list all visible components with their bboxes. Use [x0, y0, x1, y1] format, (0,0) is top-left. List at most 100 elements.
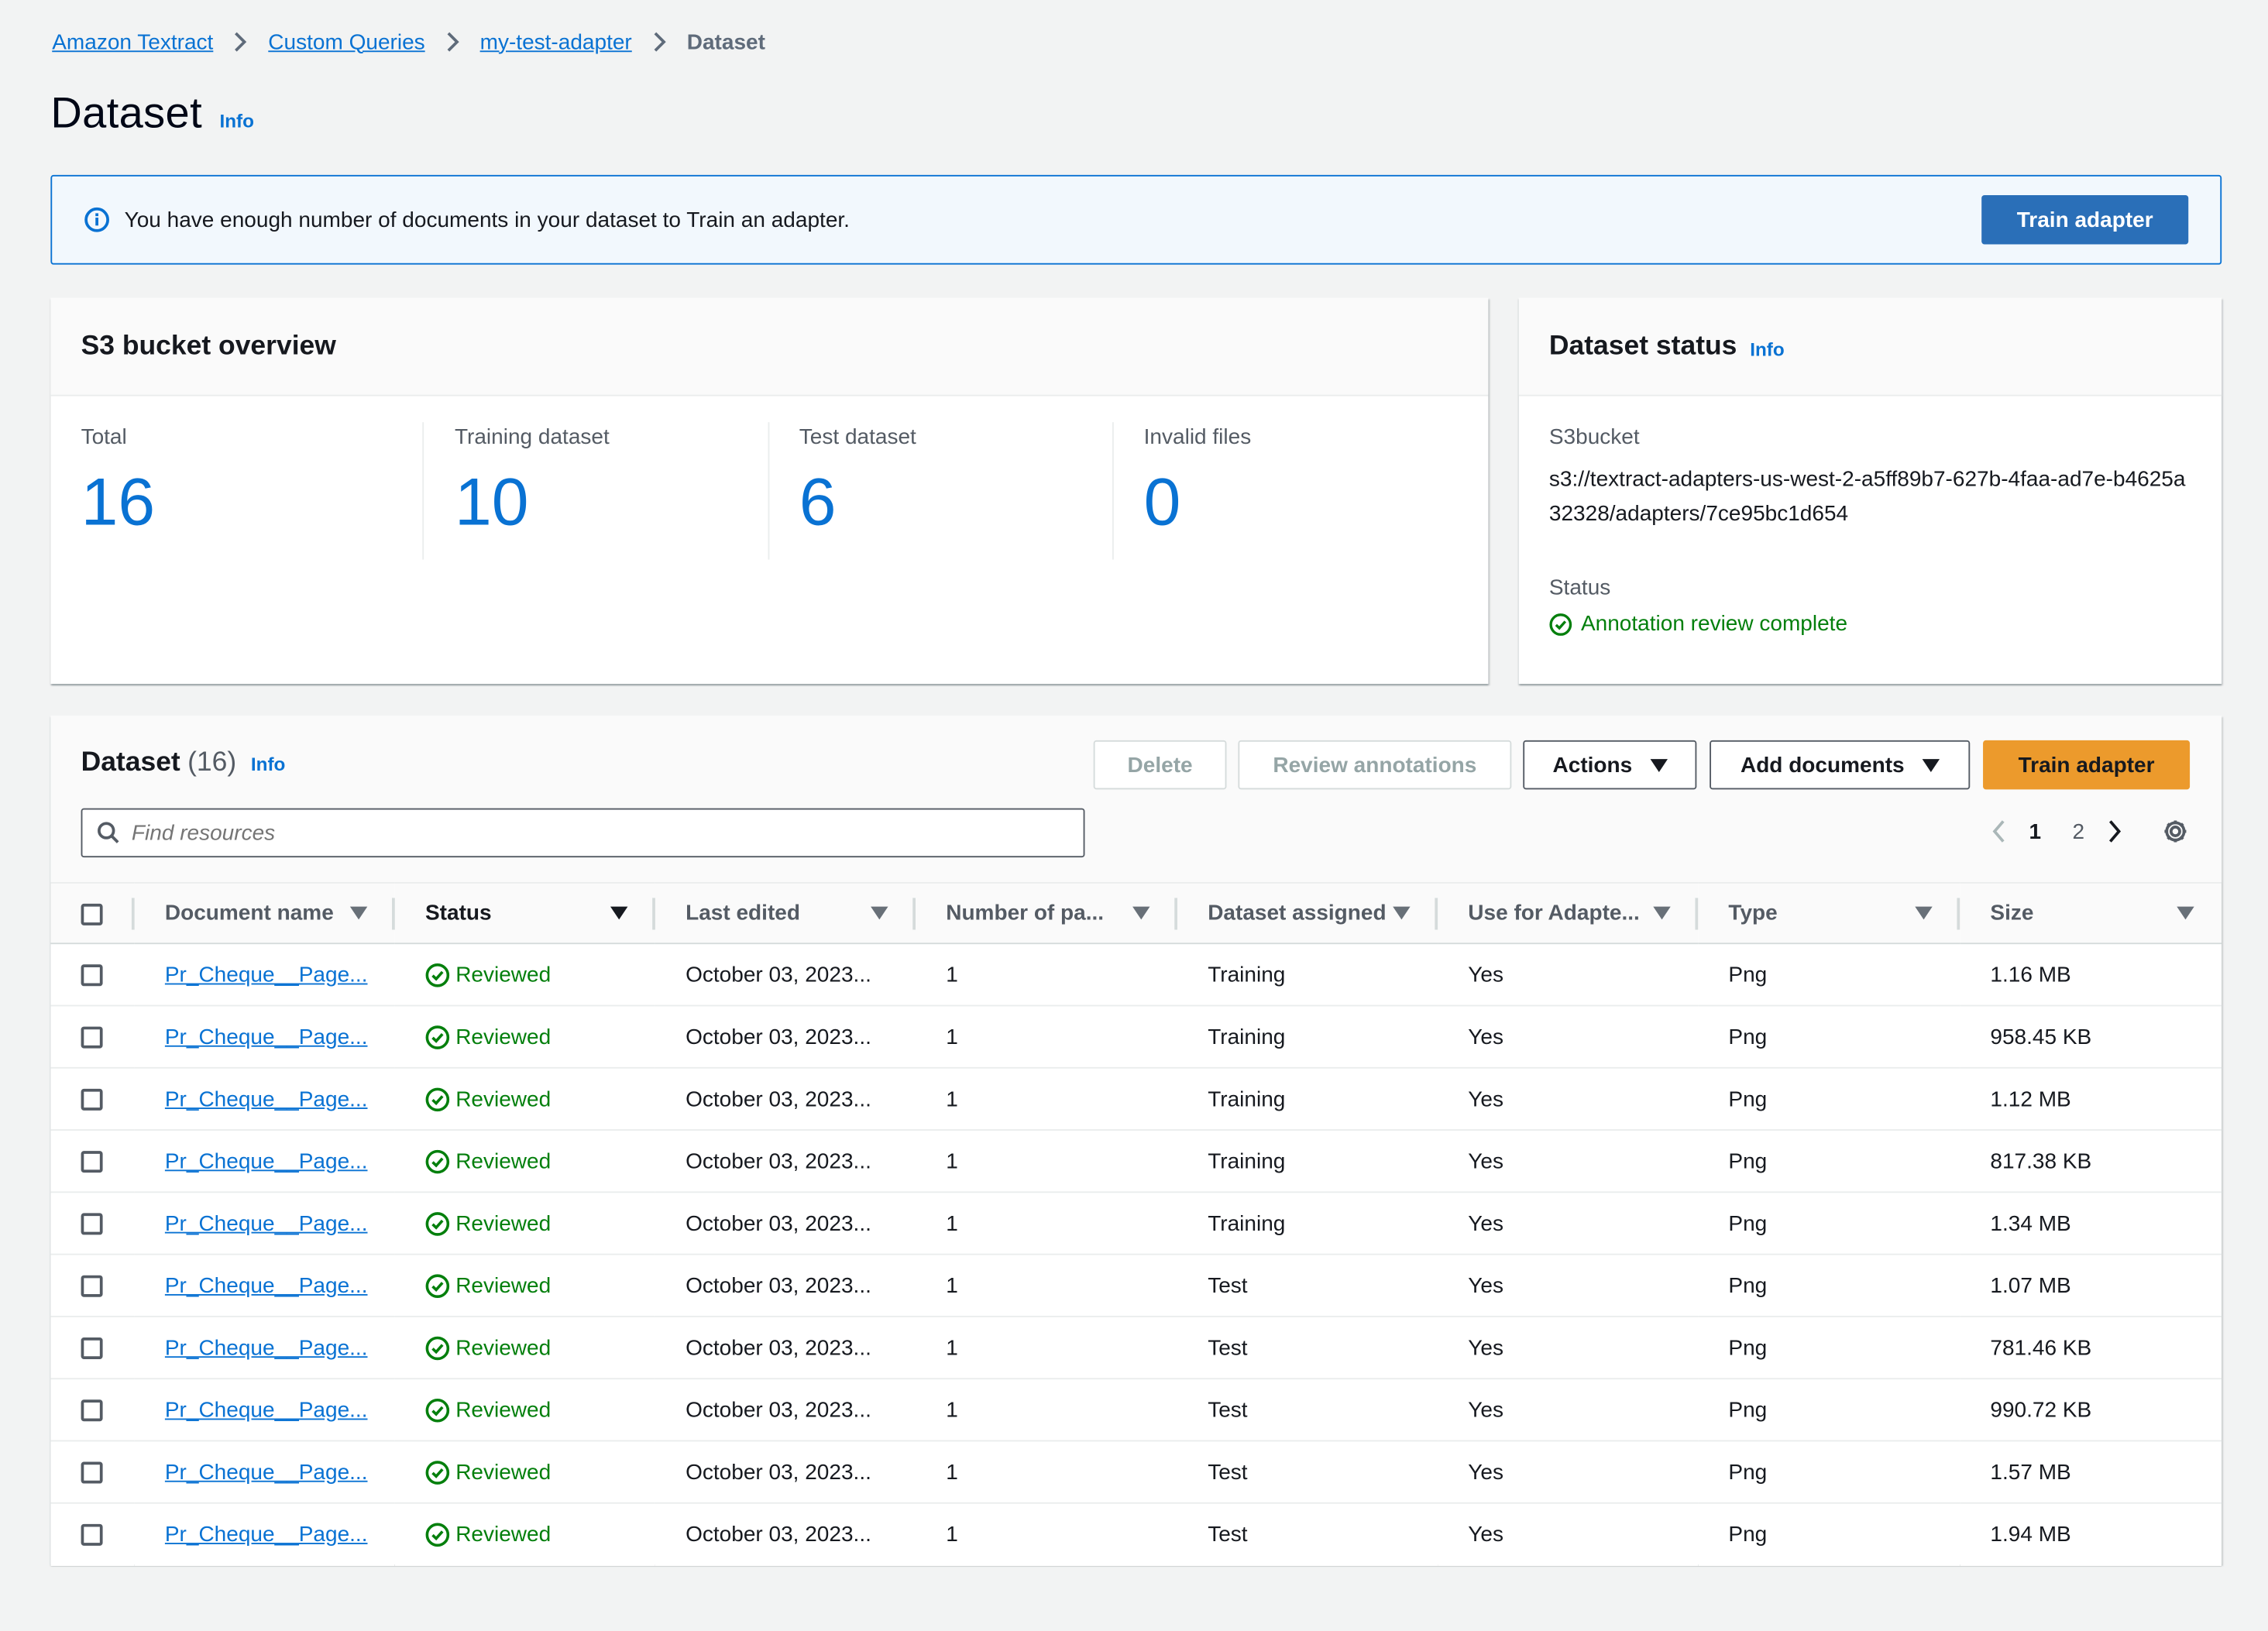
row-checkbox[interactable]: [81, 1399, 103, 1422]
table-info-link[interactable]: Info: [251, 754, 285, 775]
row-checkbox[interactable]: [81, 964, 103, 987]
dataset-assigned-cell: Training: [1208, 962, 1286, 987]
col-document-name[interactable]: Document name: [135, 883, 395, 943]
col-number-of-pages[interactable]: Number of pa...: [916, 883, 1177, 943]
row-checkbox[interactable]: [81, 1524, 103, 1547]
table-row: Pr_Cheque__Page... Reviewed October 03, 20…: [50, 1440, 2222, 1503]
document-name-cell: Pr_Cheque__Page...: [135, 1130, 395, 1192]
size-cell: 781.46 KB: [1990, 1335, 2092, 1360]
use-for-adapter-cell: Yes: [1468, 1087, 1504, 1111]
sort-active-icon: [610, 906, 628, 920]
add-documents-dropdown[interactable]: Add documents: [1710, 740, 1971, 790]
document-link[interactable]: Pr_Cheque__Page...: [165, 1211, 368, 1236]
train-adapter-button[interactable]: Train adapter: [1983, 740, 2191, 790]
status-cell: Reviewed: [395, 1130, 655, 1192]
status-cell: Reviewed: [395, 1255, 655, 1317]
settings-gear-icon[interactable]: [2161, 817, 2190, 846]
breadcrumb-custom-queries[interactable]: Custom Queries: [268, 29, 424, 54]
col-dataset-assigned[interactable]: Dataset assigned: [1177, 883, 1438, 943]
document-link[interactable]: Pr_Cheque__Page...: [165, 962, 368, 987]
select-all-cell: [50, 883, 135, 943]
actions-dropdown[interactable]: Actions: [1523, 740, 1697, 790]
document-name-cell: Pr_Cheque__Page...: [135, 1255, 395, 1317]
page-info-link[interactable]: Info: [219, 110, 253, 132]
type-cell: Png: [1728, 1459, 1768, 1485]
document-link[interactable]: Pr_Cheque__Page...: [165, 1397, 368, 1422]
pages-cell: 1: [946, 1522, 958, 1547]
size-cell: 1.16 MB: [1990, 962, 2071, 987]
status-indicator: Annotation review complete: [1549, 612, 2191, 636]
next-page-icon[interactable]: [2100, 817, 2129, 846]
dataset-assigned-cell: Training: [1208, 1149, 1286, 1174]
document-link[interactable]: Pr_Cheque__Page...: [165, 1273, 368, 1298]
pages-cell: 1: [946, 1210, 958, 1236]
col-use-for-adapter[interactable]: Use for Adapte...: [1438, 883, 1699, 943]
type-cell: Png: [1728, 1024, 1768, 1049]
use-for-adapter-cell: Yes: [1468, 1024, 1504, 1049]
status-text: Reviewed: [455, 1272, 552, 1298]
size-cell: 817.38 KB: [1990, 1149, 2092, 1174]
type-cell: Png: [1728, 1210, 1768, 1236]
page-title: Dataset: [50, 89, 203, 138]
status-label: Status: [1548, 575, 1611, 600]
type-cell: Png: [1728, 1149, 1768, 1174]
check-circle-icon: [425, 963, 450, 987]
pages-cell: 1: [946, 1024, 958, 1049]
document-name-cell: Pr_Cheque__Page...: [135, 943, 395, 1005]
row-checkbox[interactable]: [81, 1151, 103, 1173]
row-checkbox[interactable]: [81, 1213, 103, 1235]
row-checkbox[interactable]: [81, 1461, 103, 1484]
review-annotations-button[interactable]: Review annotations: [1238, 740, 1512, 790]
breadcrumb-amazon-textract[interactable]: Amazon Textract: [52, 29, 213, 54]
check-circle-icon: [425, 1335, 450, 1360]
table-row: Pr_Cheque__Page... Reviewed October 03, 20…: [50, 1005, 2222, 1068]
last-edited-cell: October 03, 2023...: [686, 1335, 871, 1360]
caret-down-icon: [1922, 758, 1940, 772]
search-box[interactable]: [81, 808, 1085, 858]
status-cell: Reviewed: [395, 1440, 655, 1502]
row-checkbox[interactable]: [81, 1026, 103, 1049]
row-checkbox[interactable]: [81, 1088, 103, 1111]
info-circle-icon: [84, 207, 109, 232]
status-text: Reviewed: [455, 1024, 552, 1049]
document-link[interactable]: Pr_Cheque__Page...: [165, 1335, 368, 1360]
status-reviewed: Reviewed: [425, 1397, 655, 1422]
size-cell: 1.34 MB: [1990, 1210, 2071, 1236]
dataset-table: Document name Status Last edited Number …: [50, 882, 2222, 1566]
document-name-cell: Pr_Cheque__Page...: [135, 1192, 395, 1254]
sort-icon: [1915, 906, 1933, 920]
col-last-edited[interactable]: Last edited: [655, 883, 916, 943]
delete-button[interactable]: Delete: [1093, 740, 1227, 790]
alert-train-adapter-button[interactable]: Train adapter: [1981, 195, 2189, 245]
page-header: Dataset Info: [50, 90, 254, 139]
s3-bucket-overview-panel: S3 bucket overview Total 16 Training dat…: [50, 297, 1489, 685]
stat-value: 10: [454, 464, 529, 540]
document-link[interactable]: Pr_Cheque__Page...: [165, 1460, 368, 1485]
search-input[interactable]: [131, 820, 1000, 846]
status-text: Reviewed: [455, 1210, 552, 1236]
row-checkbox[interactable]: [81, 1337, 103, 1360]
select-all-checkbox[interactable]: [81, 902, 103, 925]
document-link[interactable]: Pr_Cheque__Page...: [165, 1149, 368, 1173]
col-type[interactable]: Type: [1698, 883, 1960, 943]
row-select-cell: [50, 943, 134, 1005]
row-checkbox[interactable]: [81, 1275, 103, 1297]
sort-icon: [2177, 906, 2194, 920]
document-link[interactable]: Pr_Cheque__Page...: [165, 1087, 368, 1111]
col-size[interactable]: Size: [1960, 883, 2222, 943]
page-1-button[interactable]: 1: [2013, 819, 2057, 844]
page-2-button[interactable]: 2: [2057, 819, 2100, 844]
dataset-status-info-link[interactable]: Info: [1750, 338, 1784, 360]
use-for-adapter-cell: Yes: [1468, 1210, 1504, 1236]
document-link[interactable]: Pr_Cheque__Page...: [165, 1025, 368, 1049]
stat-label: Total: [81, 424, 127, 450]
breadcrumb-my-test-adapter[interactable]: my-test-adapter: [480, 29, 632, 54]
document-link[interactable]: Pr_Cheque__Page...: [165, 1522, 368, 1547]
s3-panel-header: S3 bucket overview: [50, 297, 1489, 397]
status-cell: Reviewed: [395, 943, 655, 1005]
prev-page-icon[interactable]: [1984, 817, 2013, 846]
pages-cell: 1: [946, 1272, 958, 1298]
dataset-table-panel: Dataset (16) Info Delete Review annotati…: [50, 716, 2222, 1566]
s3bucket-label: S3bucket: [1548, 424, 1640, 450]
col-status[interactable]: Status: [395, 883, 655, 943]
